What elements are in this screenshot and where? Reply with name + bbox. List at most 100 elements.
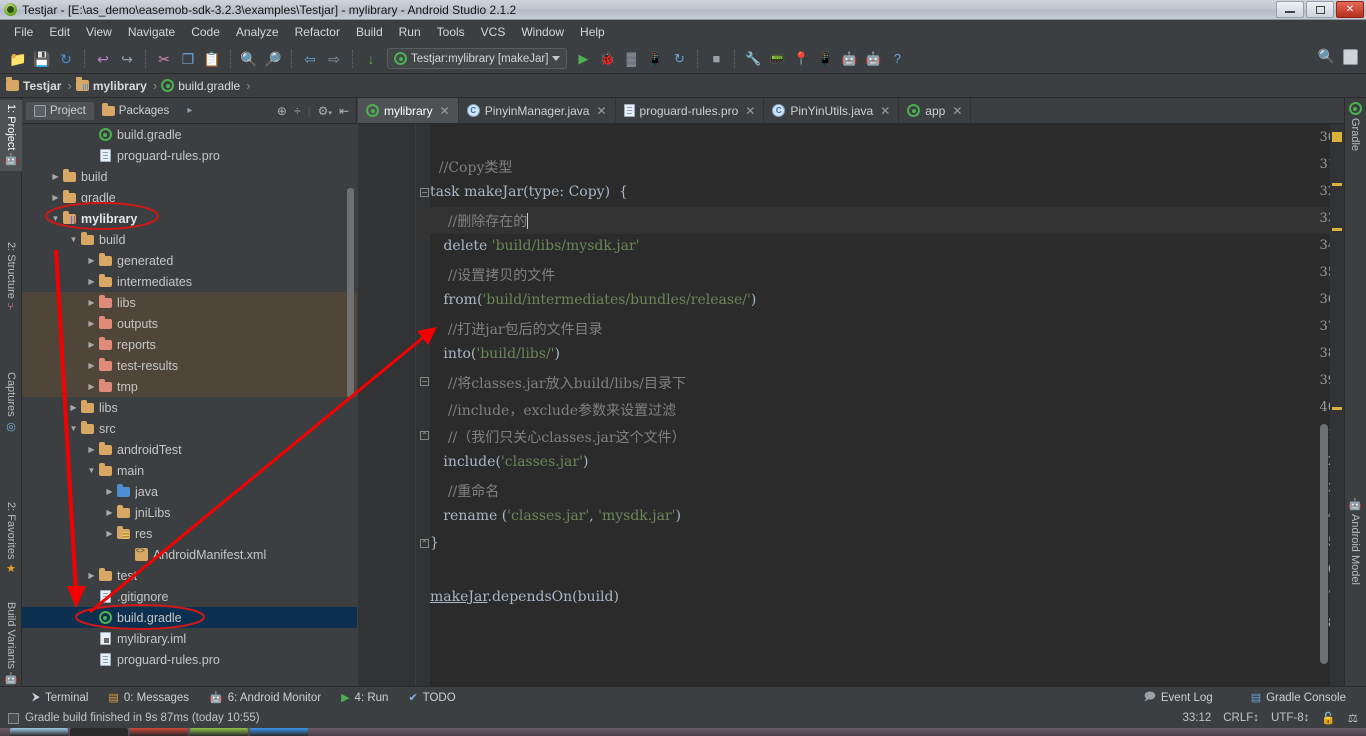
sync-icon[interactable]: ↻ xyxy=(55,48,77,70)
save-all-icon[interactable]: 💾 xyxy=(31,48,53,70)
editor-tab-pinyinmanager-java[interactable]: C PinyinManager.java ✕ xyxy=(459,98,616,123)
chevron-right-icon[interactable]: ▶ xyxy=(86,319,97,328)
menu-run[interactable]: Run xyxy=(391,23,429,41)
editor-tab-mylibrary[interactable]: mylibrary ✕ xyxy=(358,98,459,123)
breadcrumb-item-testjar[interactable]: Testjar xyxy=(6,77,65,93)
tree-node-proguard-rules-pro[interactable]: proguard-rules.pro xyxy=(22,145,357,166)
project-tree-scrollbar[interactable] xyxy=(347,188,354,398)
help-icon[interactable]: ? xyxy=(886,48,908,70)
tree-node-libs[interactable]: ▶ libs xyxy=(22,292,357,313)
tool-button-messages[interactable]: ▤ 0: Messages xyxy=(98,689,199,706)
sdk-manager-icon[interactable]: 🔧 xyxy=(742,48,764,70)
run-icon[interactable]: ▶ xyxy=(572,48,594,70)
tool-tab-favorites[interactable]: 2: Favorites ★ xyxy=(0,498,22,579)
tool-button-gradleconsole[interactable]: ▤ Gradle Console xyxy=(1241,689,1356,706)
avd-manager-icon[interactable]: 📟 xyxy=(766,48,788,70)
menu-build[interactable]: Build xyxy=(348,23,391,41)
tree-node-build-gradle[interactable]: build.gradle xyxy=(22,607,357,628)
editor-tab-pinyinutils-java[interactable]: C PinYinUtils.java ✕ xyxy=(764,98,900,123)
tree-node-libs[interactable]: ▶ libs xyxy=(22,397,357,418)
maximize-button[interactable] xyxy=(1306,1,1334,18)
tree-node-java[interactable]: ▶ java xyxy=(22,481,357,502)
taskbar-button[interactable] xyxy=(70,728,128,736)
cut-icon[interactable]: ✂ xyxy=(153,48,175,70)
stop-icon[interactable]: ■ xyxy=(705,48,727,70)
tree-node-mylibrary-iml[interactable]: mylibrary.iml xyxy=(22,628,357,649)
avatar-icon[interactable] xyxy=(1343,48,1358,65)
tree-node-main[interactable]: ▼ main xyxy=(22,460,357,481)
menu-tools[interactable]: Tools xyxy=(429,23,473,41)
chevron-right-icon[interactable]: ▶ xyxy=(86,382,97,391)
menu-analyze[interactable]: Analyze xyxy=(228,23,287,41)
tool-tab-structure[interactable]: 2: Structure ⑂ xyxy=(0,238,22,317)
tool-button-run[interactable]: ▶ 4: Run xyxy=(331,689,398,706)
find-icon[interactable]: 🔍 xyxy=(238,48,260,70)
back-icon[interactable]: ⇦ xyxy=(299,48,321,70)
chevron-right-icon[interactable]: ▶ xyxy=(68,403,79,412)
close-tab-icon[interactable]: ✕ xyxy=(745,104,755,118)
menu-edit[interactable]: Edit xyxy=(41,23,78,41)
tree-node-res[interactable]: ▶ res xyxy=(22,523,357,544)
chevron-down-icon[interactable]: ▼ xyxy=(86,466,97,475)
marker-bar[interactable] xyxy=(1330,124,1344,686)
tree-node-test[interactable]: ▶ test xyxy=(22,565,357,586)
tool-tab-project[interactable]: 1: Project 🤖 xyxy=(0,100,22,171)
coverage-icon[interactable]: ▓ xyxy=(620,48,642,70)
encoding[interactable]: UTF-8↕ xyxy=(1271,712,1309,724)
menu-help[interactable]: Help xyxy=(572,23,613,41)
tree-node-outputs[interactable]: ▶ outputs xyxy=(22,313,357,334)
breadcrumb-item-build-gradle[interactable]: build.gradle xyxy=(161,79,244,93)
code-editor[interactable]: 30 31 //Copy类型 32− task makeJar(type: Copy)… xyxy=(358,124,1344,686)
undo-icon[interactable]: ↩ xyxy=(92,48,114,70)
fold-collapse-icon[interactable]: − xyxy=(420,188,429,197)
minimize-button[interactable] xyxy=(1276,1,1304,18)
fold-end-icon[interactable]: ⌃ xyxy=(420,431,429,440)
android-icon[interactable]: 🤖 xyxy=(862,48,884,70)
chevron-right-icon[interactable]: ▶ xyxy=(86,298,97,307)
tree-node-build[interactable]: ▶ build xyxy=(22,166,357,187)
menu-navigate[interactable]: Navigate xyxy=(120,23,183,41)
project-tree[interactable]: build.gradle proguard-rules.pro ▶ build ▶ gra… xyxy=(22,124,357,686)
copy-icon[interactable]: ❐ xyxy=(177,48,199,70)
avd-icon[interactable]: 🤖 xyxy=(838,48,860,70)
tree-node-build-gradle[interactable]: build.gradle xyxy=(22,124,357,145)
menu-file[interactable]: File xyxy=(6,23,41,41)
open-folder-icon[interactable]: 📁 xyxy=(7,48,29,70)
redo-icon[interactable]: ↪ xyxy=(116,48,138,70)
chevron-right-icon[interactable]: ▶ xyxy=(50,193,61,202)
tool-button-androidmonitor[interactable]: 🤖 6: Android Monitor xyxy=(199,689,331,706)
editor-scrollbar[interactable] xyxy=(1320,424,1328,664)
tool-tab-androidmodel[interactable]: 🤖 Android Model xyxy=(1344,498,1366,585)
tool-tab-buildvariants[interactable]: Build Variants 🤖 xyxy=(0,598,22,690)
replace-icon[interactable]: 🔎 xyxy=(262,48,284,70)
warning-marker[interactable] xyxy=(1332,132,1342,142)
caret-position[interactable]: 33:12 xyxy=(1182,712,1211,724)
menu-vcs[interactable]: VCS xyxy=(473,23,514,41)
tree-node-generated[interactable]: ▶ generated xyxy=(22,250,357,271)
chevron-right-icon[interactable]: ▶ xyxy=(86,361,97,370)
close-tab-icon[interactable]: ✕ xyxy=(440,104,450,118)
tree-node-mylibrary[interactable]: ▼ mylibrary xyxy=(22,208,357,229)
editor-tab-proguard-rules-pro[interactable]: proguard-rules.pro ✕ xyxy=(616,98,765,123)
collapse-all-icon[interactable]: ÷ xyxy=(294,104,301,118)
more-tabs-arrow-icon[interactable]: ▸ xyxy=(177,105,202,116)
tab-packages[interactable]: Packages xyxy=(94,102,178,120)
tree-node-test-results[interactable]: ▶ test-results xyxy=(22,355,357,376)
close-tab-icon[interactable]: ✕ xyxy=(596,104,606,118)
chevron-down-icon[interactable] xyxy=(552,56,561,61)
chevron-right-icon[interactable]: ▶ xyxy=(104,508,115,517)
chevron-right-icon[interactable]: ▶ xyxy=(86,571,97,580)
close-tab-icon[interactable]: ✕ xyxy=(952,104,962,118)
menu-refactor[interactable]: Refactor xyxy=(287,23,348,41)
tree-node-src[interactable]: ▼ src xyxy=(22,418,357,439)
chevron-right-icon[interactable]: ▶ xyxy=(104,529,115,538)
close-tab-icon[interactable]: ✕ xyxy=(880,104,890,118)
tree-node-intermediates[interactable]: ▶ intermediates xyxy=(22,271,357,292)
warning-marker[interactable] xyxy=(1332,183,1342,186)
menu-view[interactable]: View xyxy=(78,23,120,41)
tree-node-reports[interactable]: ▶ reports xyxy=(22,334,357,355)
breadcrumb-item-mylibrary[interactable]: mylibrary xyxy=(75,77,151,93)
paste-icon[interactable]: 📋 xyxy=(201,48,223,70)
warning-marker[interactable] xyxy=(1332,407,1342,410)
menu-window[interactable]: Window xyxy=(513,23,572,41)
